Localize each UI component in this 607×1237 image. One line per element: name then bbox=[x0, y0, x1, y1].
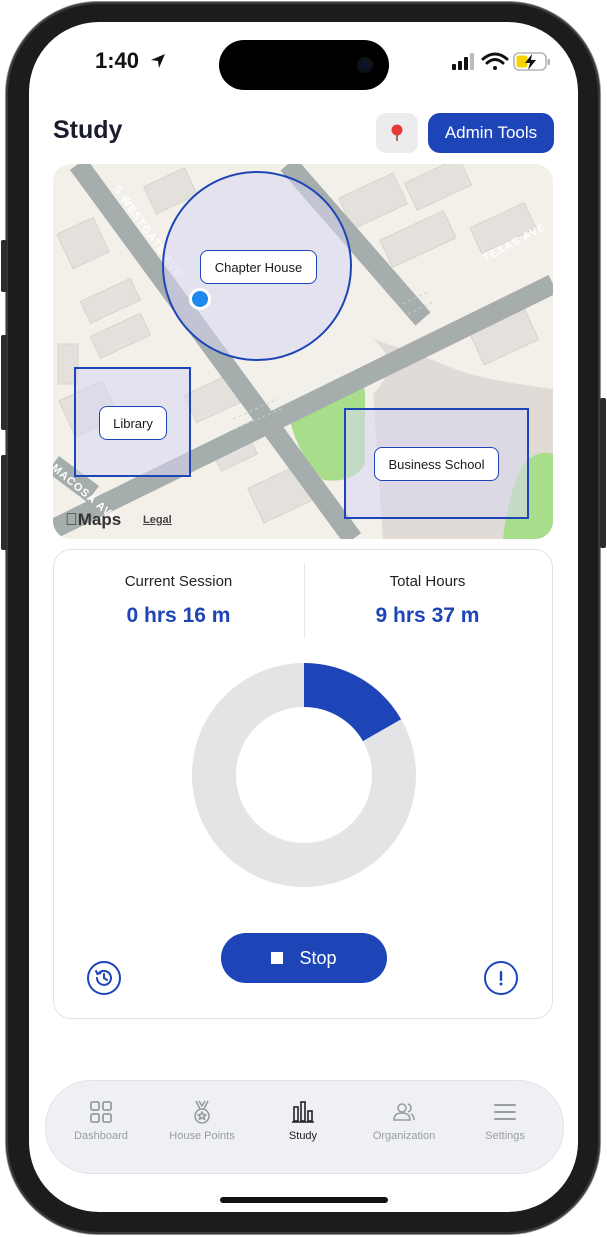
tab-bar: Dashboard House Points Study Organizatio… bbox=[45, 1080, 564, 1174]
stop-icon bbox=[271, 952, 284, 964]
current-session-label: Current Session bbox=[124, 573, 233, 590]
tab-label: Organization bbox=[372, 1130, 436, 1142]
dynamic-island bbox=[219, 40, 389, 90]
tab-label: Study bbox=[288, 1130, 318, 1142]
study-session-card: Current Session 0 hrs 16 m Total Hours 9… bbox=[53, 549, 553, 1019]
stop-button[interactable]: Stop bbox=[221, 933, 387, 983]
zone-label-chapter-house[interactable]: Chapter House bbox=[200, 250, 317, 284]
bar-chart-icon bbox=[292, 1101, 314, 1123]
history-icon bbox=[95, 969, 112, 986]
grid-icon bbox=[90, 1101, 112, 1123]
apple-maps-logo: Maps bbox=[65, 510, 121, 529]
progress-fill bbox=[303, 663, 402, 742]
tab-study[interactable]: Study bbox=[258, 1099, 348, 1159]
tab-settings[interactable]: Settings bbox=[460, 1099, 550, 1159]
exclamation-icon bbox=[499, 971, 503, 986]
current-session-value: 0 hrs 16 m bbox=[126, 604, 231, 627]
volume-down-button bbox=[1, 455, 7, 550]
current-location-dot bbox=[192, 291, 208, 307]
map-view[interactable]: S WESTGATE AVE TEXAS AVE MACOSA AVE Chap… bbox=[53, 164, 553, 539]
cellular-signal-icon bbox=[452, 53, 474, 70]
page-title: Study bbox=[53, 116, 123, 144]
history-button[interactable] bbox=[87, 961, 121, 995]
tab-label: Dashboard bbox=[74, 1130, 128, 1142]
volume-up-button bbox=[1, 335, 7, 430]
total-hours-label: Total Hours bbox=[389, 573, 466, 590]
tab-organization[interactable]: Organization bbox=[359, 1099, 449, 1159]
total-hours-value: 9 hrs 37 m bbox=[375, 604, 480, 627]
people-icon bbox=[393, 1103, 415, 1121]
admin-tools-button[interactable]: Admin Tools bbox=[428, 113, 554, 153]
tab-label: Settings bbox=[485, 1130, 525, 1142]
tab-dashboard[interactable]: Dashboard bbox=[56, 1099, 146, 1159]
wifi-icon bbox=[481, 52, 509, 70]
tab-label: House Points bbox=[169, 1130, 235, 1142]
camera-icon bbox=[357, 57, 373, 73]
location-pin-button[interactable] bbox=[376, 113, 418, 153]
action-button bbox=[1, 240, 7, 292]
battery-charging-icon bbox=[513, 52, 550, 71]
medal-icon bbox=[194, 1100, 210, 1124]
zone-label-library[interactable]: Library bbox=[99, 406, 167, 440]
location-arrow-icon bbox=[151, 54, 166, 68]
stop-label: Stop bbox=[299, 947, 337, 968]
map-pin-icon bbox=[391, 124, 403, 141]
tab-house-points[interactable]: House Points bbox=[157, 1099, 247, 1159]
status-icons bbox=[450, 50, 560, 74]
power-button bbox=[600, 398, 606, 548]
map-canvas: S WESTGATE AVE TEXAS AVE MACOSA AVE bbox=[53, 164, 553, 539]
screen: 1:40 Study Admin Tools S WESTGATE AVE TE… bbox=[29, 22, 578, 1212]
session-progress-donut bbox=[192, 663, 416, 887]
home-indicator bbox=[220, 1197, 388, 1203]
apple-logo-icon:  bbox=[65, 510, 78, 529]
info-button[interactable] bbox=[484, 961, 518, 995]
zone-label-business-school[interactable]: Business School bbox=[374, 447, 499, 481]
status-time: 1:40 bbox=[95, 48, 167, 74]
menu-icon bbox=[494, 1104, 516, 1120]
legal-link[interactable]: Legal bbox=[143, 514, 172, 526]
